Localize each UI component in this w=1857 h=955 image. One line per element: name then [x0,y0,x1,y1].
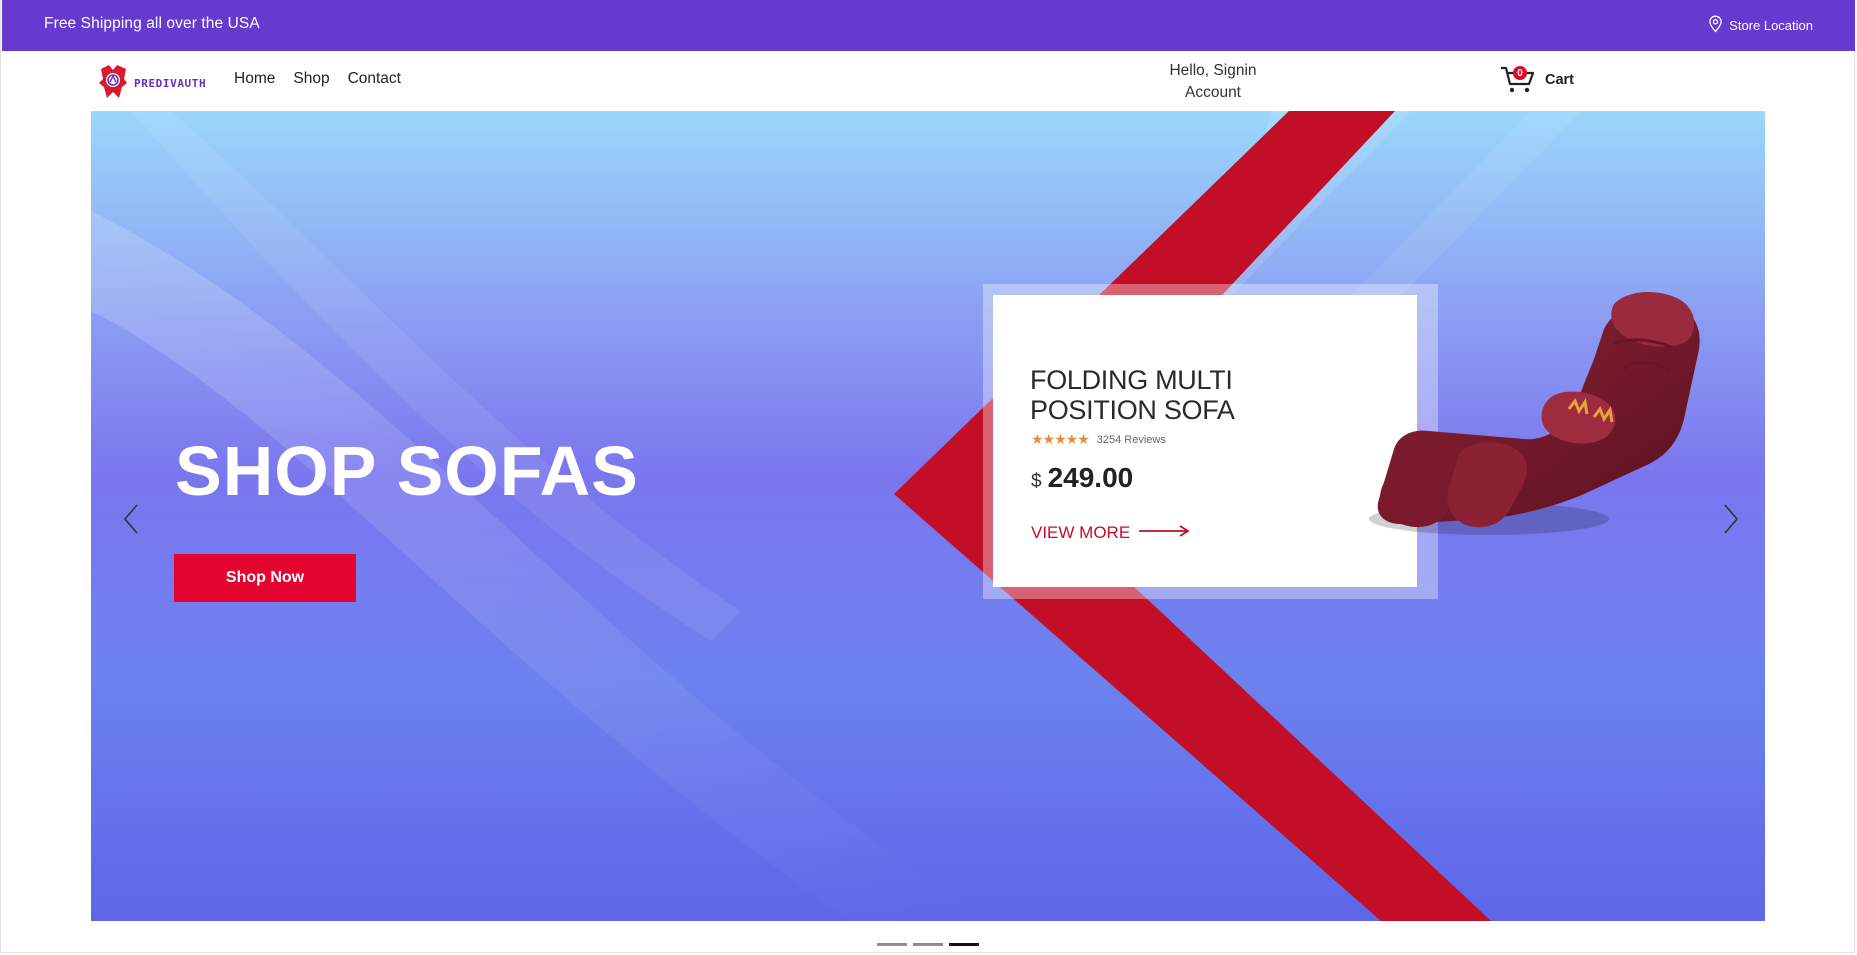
main-nav: PREDIVAUTH Home Shop Contact Hello, Sign… [0,51,1857,111]
sofa-product-image [1369,292,1700,535]
nav-link-home[interactable]: Home [234,70,275,88]
shop-now-button[interactable]: Shop Now [174,554,356,602]
review-count: 3254 Reviews [1096,433,1166,446]
free-shipping-text: Free Shipping all over the USA [44,15,260,32]
star-rating-icon: ★★★★★ [1031,431,1090,447]
account-link[interactable]: Hello, Signin Account [1163,60,1263,104]
account-greeting: Hello, Signin [1169,62,1257,79]
brand-name: PREDIVAUTH [134,77,207,90]
promo-bar: Free Shipping all over the USA Store Loc… [2,0,1855,51]
logo-icon [97,61,130,106]
view-more-link[interactable]: VIEW MORE [1031,523,1190,543]
slide-dot-1[interactable] [877,943,907,946]
cart-button[interactable]: 0 Cart [1500,65,1574,95]
cart-count-badge: 0 [1513,66,1527,80]
price-currency: $ [1031,471,1042,492]
account-label: Account [1184,84,1241,101]
view-more-label: VIEW MORE [1031,523,1131,542]
store-location-link[interactable]: Store Location [1708,15,1813,36]
store-location-label: Store Location [1729,18,1813,33]
slide-dot-3[interactable] [949,943,979,946]
location-pin-icon [1708,15,1723,36]
slider-prev-button[interactable] [119,501,143,537]
brand-logo[interactable]: PREDIVAUTH [97,61,206,106]
product-name-line1: FOLDING MULTI [1030,365,1233,395]
chevron-left-icon [119,504,143,541]
product-price: $ 249.00 [1031,462,1133,494]
nav-link-shop[interactable]: Shop [293,70,329,88]
slide-dot-2[interactable] [913,943,943,946]
product-rating: ★★★★★ 3254 Reviews [1031,431,1166,448]
cart-icon [1500,66,1536,99]
hero-title: SHOP SOFAS [175,432,639,510]
price-amount: 249.00 [1047,462,1134,493]
nav-links: Home Shop Contact [234,70,401,88]
nav-link-contact[interactable]: Contact [348,70,401,88]
product-name: FOLDING MULTI POSITION SOFA [1030,365,1235,425]
slider-pagination [877,943,979,946]
product-name-line2: POSITION SOFA [1030,395,1235,425]
cart-label: Cart [1545,72,1575,88]
arrow-right-icon [1138,523,1190,543]
